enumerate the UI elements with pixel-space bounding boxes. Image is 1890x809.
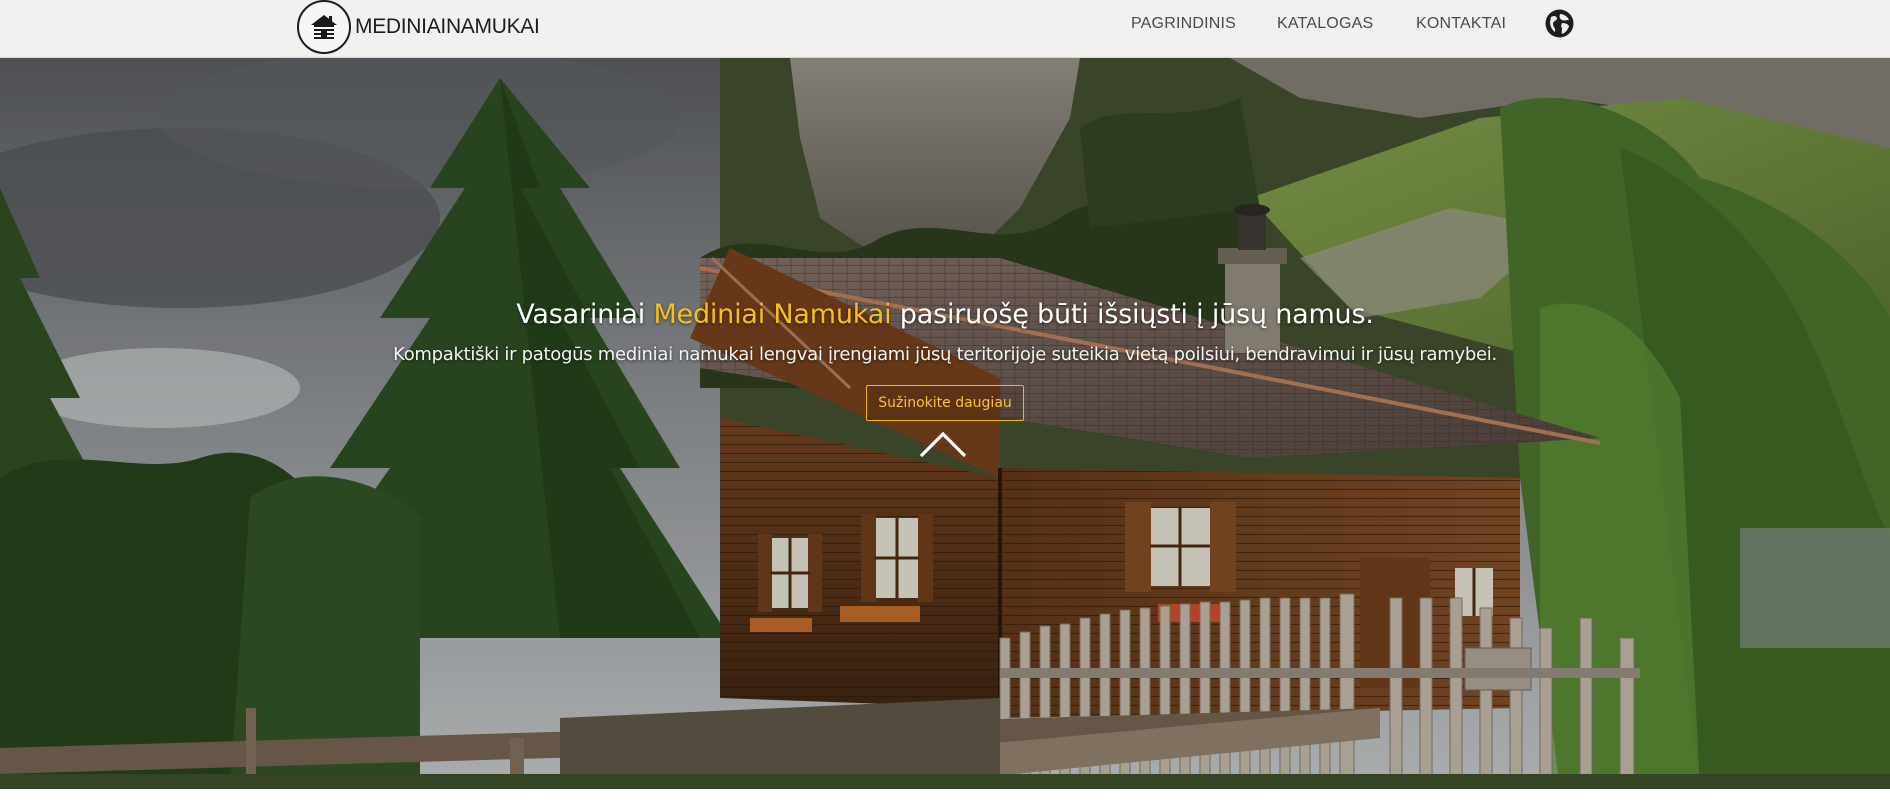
headline-text: Vasariniai xyxy=(516,299,654,330)
headline-text-end: pasiruošę būti išsiųsti į jūsų namus. xyxy=(891,299,1374,330)
globe-icon[interactable] xyxy=(1545,9,1574,38)
chevron-up-icon[interactable] xyxy=(919,429,967,459)
nav-link-katalogas[interactable]: KATALOGAS xyxy=(1277,15,1373,33)
nav-link-pagrindinis[interactable]: PAGRINDINIS xyxy=(1131,15,1236,33)
brand-name: MEDINIAINAMUKAI xyxy=(355,15,540,38)
brand-logo[interactable]: MEDINIAINAMUKAI xyxy=(297,0,540,54)
hero-headline: Vasariniai Mediniai Namukai pasiruošę bū… xyxy=(0,299,1890,330)
learn-more-button[interactable]: Sužinokite daugiau xyxy=(866,385,1024,421)
nav-link-kontaktai[interactable]: KONTAKTAI xyxy=(1416,15,1506,33)
headline-accent: Mediniai Namukai xyxy=(653,299,892,330)
site-header: MEDINIAINAMUKAI PAGRINDINIS KATALOGAS KO… xyxy=(0,0,1890,58)
cabin-logo-icon xyxy=(297,0,351,54)
page-bottom-strip xyxy=(0,789,1890,809)
hero-subtitle: Kompaktiški ir patogūs mediniai namukai … xyxy=(393,344,1497,365)
hero-section: Vasariniai Mediniai Namukai pasiruošę bū… xyxy=(0,58,1890,789)
